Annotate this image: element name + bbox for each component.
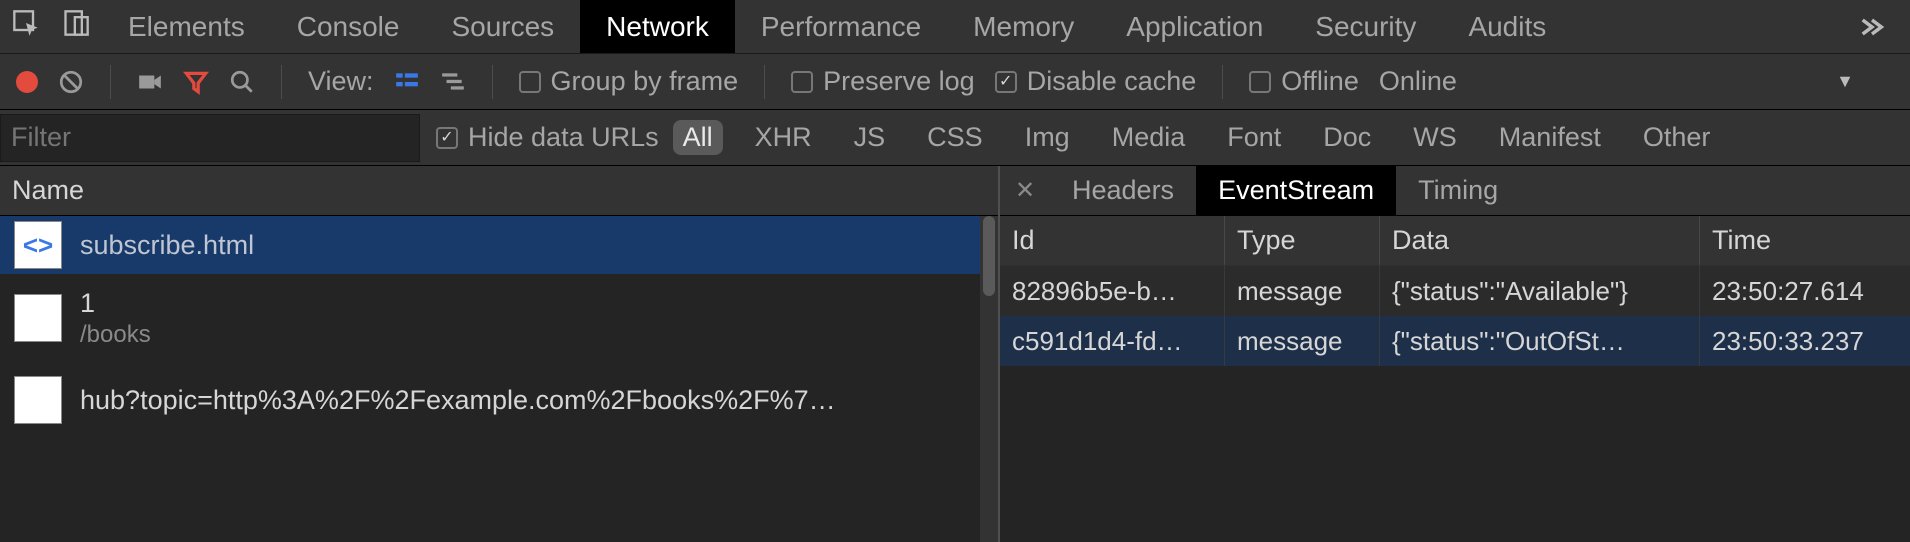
- type-ws[interactable]: WS: [1403, 120, 1467, 155]
- cell-data: {"status":"Available"}: [1380, 266, 1700, 316]
- document-icon: [14, 294, 62, 342]
- checkbox-icon: [436, 127, 458, 149]
- cell-id: 82896b5e-b…: [1000, 266, 1225, 316]
- tab-performance[interactable]: Performance: [735, 0, 947, 53]
- cell-type: message: [1225, 266, 1380, 316]
- main-split: Name <> subscribe.html 1 /books hub?topi…: [0, 166, 1910, 542]
- request-row[interactable]: <> subscribe.html: [0, 216, 998, 274]
- type-media[interactable]: Media: [1102, 120, 1196, 155]
- request-row[interactable]: hub?topic=http%3A%2F%2Fexample.com%2Fboo…: [0, 362, 998, 438]
- group-by-frame-label: Group by frame: [551, 66, 739, 97]
- type-other[interactable]: Other: [1633, 120, 1721, 155]
- event-row[interactable]: 82896b5e-b… message {"status":"Available…: [1000, 266, 1910, 316]
- request-row[interactable]: 1 /books: [0, 274, 998, 362]
- cell-time: 23:50:33.237: [1700, 316, 1910, 366]
- cell-type: message: [1225, 316, 1380, 366]
- divider: [281, 65, 282, 99]
- type-xhr[interactable]: XHR: [745, 120, 822, 155]
- html-file-icon: <>: [14, 221, 62, 269]
- type-js[interactable]: JS: [844, 120, 896, 155]
- throttling-select[interactable]: Online: [1379, 66, 1457, 97]
- disable-cache-label: Disable cache: [1027, 66, 1197, 97]
- preserve-log-checkbox[interactable]: Preserve log: [791, 66, 975, 97]
- disable-cache-checkbox[interactable]: Disable cache: [995, 66, 1197, 97]
- dropdown-icon[interactable]: ▼: [1836, 71, 1894, 92]
- tab-console[interactable]: Console: [271, 0, 426, 53]
- col-time[interactable]: Time: [1700, 216, 1910, 265]
- search-icon[interactable]: [229, 69, 255, 95]
- close-icon[interactable]: ✕: [1000, 166, 1050, 215]
- view-waterfall-icon[interactable]: [440, 69, 466, 95]
- filter-input[interactable]: [0, 114, 420, 162]
- type-font[interactable]: Font: [1217, 120, 1291, 155]
- tab-security[interactable]: Security: [1289, 0, 1442, 53]
- tab-application[interactable]: Application: [1100, 0, 1289, 53]
- type-img[interactable]: Img: [1015, 120, 1080, 155]
- eventstream-header: Id Type Data Time: [1000, 216, 1910, 266]
- tab-headers[interactable]: Headers: [1050, 166, 1196, 215]
- divider: [1222, 65, 1223, 99]
- more-tabs-icon[interactable]: [1858, 0, 1910, 53]
- col-data[interactable]: Data: [1380, 216, 1700, 265]
- filter-icon[interactable]: [183, 69, 209, 95]
- request-name: 1: [80, 288, 151, 319]
- requests-list: <> subscribe.html 1 /books hub?topic=htt…: [0, 216, 998, 542]
- divider: [110, 65, 111, 99]
- scrollbar[interactable]: [980, 216, 998, 542]
- type-manifest[interactable]: Manifest: [1489, 120, 1611, 155]
- checkbox-icon: [1249, 71, 1271, 93]
- clear-icon[interactable]: [58, 69, 84, 95]
- event-row[interactable]: c591d1d4-fd… message {"status":"OutOfSt……: [1000, 316, 1910, 366]
- type-css[interactable]: CSS: [917, 120, 993, 155]
- col-id[interactable]: Id: [1000, 216, 1225, 265]
- toggle-device-icon[interactable]: [62, 9, 90, 44]
- checkbox-icon: [995, 71, 1017, 93]
- col-type[interactable]: Type: [1225, 216, 1380, 265]
- divider: [764, 65, 765, 99]
- checkbox-icon: [791, 71, 813, 93]
- tab-eventstream[interactable]: EventStream: [1196, 166, 1396, 215]
- tab-elements[interactable]: Elements: [102, 0, 271, 53]
- request-name: hub?topic=http%3A%2F%2Fexample.com%2Fboo…: [80, 385, 836, 416]
- preserve-log-label: Preserve log: [823, 66, 975, 97]
- document-icon: [14, 376, 62, 424]
- hide-data-urls-label: Hide data URLs: [468, 122, 659, 153]
- filter-bar: Hide data URLs All XHR JS CSS Img Media …: [0, 110, 1910, 166]
- cell-data: {"status":"OutOfSt…: [1380, 316, 1700, 366]
- camera-icon[interactable]: [137, 69, 163, 95]
- request-path: /books: [80, 321, 151, 349]
- cell-time: 23:50:27.614: [1700, 266, 1910, 316]
- type-doc[interactable]: Doc: [1313, 120, 1381, 155]
- record-icon[interactable]: [16, 71, 38, 93]
- scrollbar-thumb[interactable]: [983, 216, 995, 296]
- group-by-frame-checkbox[interactable]: Group by frame: [519, 66, 739, 97]
- network-toolbar: View: Group by frame Preserve log Disabl…: [0, 54, 1910, 110]
- name-column-header[interactable]: Name: [0, 166, 998, 216]
- type-filters: All XHR JS CSS Img Media Font Doc WS Man…: [673, 120, 1721, 155]
- tab-network[interactable]: Network: [580, 0, 735, 53]
- offline-checkbox[interactable]: Offline: [1249, 66, 1359, 97]
- requests-pane: Name <> subscribe.html 1 /books hub?topi…: [0, 166, 1000, 542]
- request-name: subscribe.html: [80, 230, 254, 261]
- tab-audits[interactable]: Audits: [1442, 0, 1572, 53]
- throttling-label: Online: [1379, 66, 1457, 97]
- type-all[interactable]: All: [673, 120, 723, 155]
- inspect-element-icon[interactable]: [12, 9, 40, 44]
- detail-tabs: ✕ Headers EventStream Timing: [1000, 166, 1910, 216]
- checkbox-icon: [519, 71, 541, 93]
- offline-label: Offline: [1281, 66, 1359, 97]
- cell-id: c591d1d4-fd…: [1000, 316, 1225, 366]
- tab-sources[interactable]: Sources: [425, 0, 580, 53]
- divider: [492, 65, 493, 99]
- inspect-buttons: [0, 0, 102, 53]
- view-large-icon[interactable]: [394, 69, 420, 95]
- tab-timing[interactable]: Timing: [1396, 166, 1520, 215]
- tab-memory[interactable]: Memory: [947, 0, 1100, 53]
- hide-data-urls-checkbox[interactable]: Hide data URLs: [436, 122, 659, 153]
- devtools-tabbar: Elements Console Sources Network Perform…: [0, 0, 1910, 54]
- view-label: View:: [308, 66, 374, 97]
- detail-pane: ✕ Headers EventStream Timing Id Type Dat…: [1000, 166, 1910, 542]
